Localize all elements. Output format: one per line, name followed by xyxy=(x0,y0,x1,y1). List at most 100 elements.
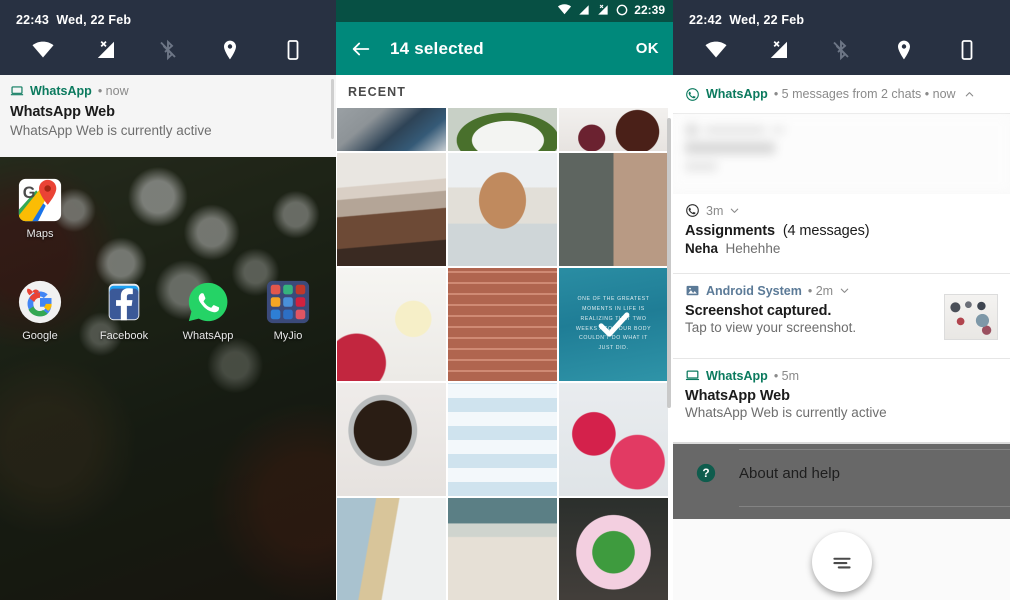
notification-screenshot[interactable]: Android System • 2m Screenshot captured.… xyxy=(673,274,1010,359)
gallery-scrollbar[interactable] xyxy=(667,118,671,408)
gallery-tile[interactable] xyxy=(448,498,557,600)
notification-time: 3m xyxy=(706,203,724,218)
status-bar-clock: 22:39 xyxy=(634,2,665,17)
notification-blurred[interactable] xyxy=(673,114,1010,194)
notification-app-name: WhatsApp xyxy=(706,368,768,383)
group-app-name: WhatsApp xyxy=(706,87,768,101)
app-name-placeholder xyxy=(705,126,765,134)
sort-lines-icon xyxy=(832,557,851,569)
chevron-down-icon[interactable] xyxy=(729,205,740,216)
location-icon xyxy=(898,40,911,60)
laptop-icon xyxy=(10,86,24,96)
gallery-tile[interactable] xyxy=(448,268,557,381)
gallery-tile[interactable] xyxy=(559,383,668,496)
divider xyxy=(739,449,1010,450)
status-bar-left: 22:43 Wed, 22 Feb xyxy=(0,0,336,75)
fab-button[interactable] xyxy=(811,532,872,592)
app-label: Google xyxy=(22,330,58,342)
picker-app-bar: 14 selected OK xyxy=(336,22,673,75)
gallery-tile[interactable] xyxy=(559,108,668,151)
svg-text:?: ? xyxy=(702,466,709,480)
app-icon-facebook[interactable]: Facebook xyxy=(92,279,156,342)
notification-whatsapp-web-left[interactable]: WhatsApp • now WhatsApp Web WhatsApp Web… xyxy=(0,75,336,158)
screenshot-thumbnail[interactable] xyxy=(944,294,998,340)
vibrate-icon xyxy=(287,40,299,60)
status-bar-right: 22:42 Wed, 22 Feb xyxy=(673,0,1010,75)
app-icon-google[interactable]: Google xyxy=(8,279,72,342)
myjio-folder-icon xyxy=(265,279,311,325)
app-icon-whatsapp[interactable]: WhatsApp xyxy=(176,279,240,342)
wifi-icon xyxy=(705,41,727,58)
notification-assignments[interactable]: 3m Assignments (4 messages) Neha Hehehhe xyxy=(673,194,1010,274)
notification-header: WhatsApp • now xyxy=(0,75,336,98)
signal-no-sim-icon xyxy=(598,4,608,15)
settings-row-label: About and help xyxy=(739,464,840,482)
body-placeholder xyxy=(685,162,717,171)
google-maps-icon: G xyxy=(17,177,63,223)
app-label: WhatsApp xyxy=(182,330,234,342)
gallery-tile-selected[interactable]: ONE OF THE GREATEST MOMENTS IN LIFE IS R… xyxy=(559,268,668,381)
notification-sender: Neha xyxy=(685,241,719,256)
ok-button[interactable]: OK xyxy=(636,40,659,57)
home-screen: G Maps Google Facebook WhatsApp MyJio xyxy=(0,157,336,600)
notification-time: • now xyxy=(97,84,129,98)
settings-row-about-and-help[interactable]: ? About and help xyxy=(673,444,1010,484)
chevron-up-icon[interactable] xyxy=(964,89,975,100)
check-icon xyxy=(598,311,629,337)
facebook-icon xyxy=(101,279,147,325)
status-bar-icons xyxy=(0,33,336,67)
bluetooth-off-icon xyxy=(160,39,176,61)
notification-header xyxy=(685,123,998,137)
selected-count-title: 14 selected xyxy=(390,38,484,58)
background-settings-screen: ? About and help xyxy=(673,444,1010,519)
shade-scrollbar[interactable] xyxy=(331,79,334,139)
app-icon-placeholder xyxy=(685,123,699,137)
app-label: MyJio xyxy=(273,330,303,342)
gallery-tile[interactable] xyxy=(337,383,446,496)
gallery-tile[interactable] xyxy=(337,108,446,151)
notification-group-header[interactable]: WhatsApp • 5 messages from 2 chats • now xyxy=(673,75,1010,114)
whatsapp-icon xyxy=(686,204,699,217)
app-label: Facebook xyxy=(99,330,149,342)
back-arrow-icon[interactable] xyxy=(350,38,372,60)
notification-header: 3m xyxy=(685,203,998,218)
gallery-tile[interactable] xyxy=(448,383,557,496)
app-label: Maps xyxy=(26,228,54,240)
vibrate-icon xyxy=(961,40,973,60)
wifi-icon xyxy=(32,41,54,58)
panel-home-screen: 22:43 Wed, 22 Feb WhatsApp • now WhatsAp… xyxy=(0,0,336,600)
gallery-tile[interactable] xyxy=(337,268,446,381)
group-meta: • 5 messages from 2 chats • now xyxy=(773,87,956,101)
panel-notification-shade: 22:42 Wed, 22 Feb WhatsApp • 5 messages … xyxy=(673,0,1010,600)
notification-list: WhatsApp • 5 messages from 2 chats • now xyxy=(673,75,1010,600)
gallery-tile[interactable] xyxy=(448,108,557,151)
help-circle-icon: ? xyxy=(696,463,716,483)
notification-whatsapp-web[interactable]: WhatsApp • 5m WhatsApp Web WhatsApp Web … xyxy=(673,359,1010,444)
panel-image-picker: 22:39 14 selected OK RECENT ONE OF THE G… xyxy=(336,0,673,600)
status-bar-middle: 22:39 xyxy=(336,0,673,22)
chevron-down-icon[interactable] xyxy=(839,285,850,296)
gallery-tile[interactable] xyxy=(448,153,557,266)
notification-title: Assignments (4 messages) xyxy=(685,223,870,239)
screenshot-collage: 22:43 Wed, 22 Feb WhatsApp • now WhatsAp… xyxy=(0,0,1010,600)
circle-icon xyxy=(616,4,628,15)
signal-icon xyxy=(579,4,589,15)
status-bar-clock: 22:43 Wed, 22 Feb xyxy=(16,13,132,27)
gallery-tile[interactable] xyxy=(559,498,668,600)
status-bar-icons: 22:39 xyxy=(557,2,665,17)
notification-app-name: WhatsApp xyxy=(30,84,92,98)
wifi-icon xyxy=(558,4,572,15)
app-icon-myjio[interactable]: MyJio xyxy=(256,279,320,342)
gallery-tile[interactable] xyxy=(337,498,446,600)
notification-message: Hehehhe xyxy=(725,241,781,256)
app-icon-maps[interactable]: G Maps xyxy=(8,177,72,240)
status-bar-icons xyxy=(673,33,1010,67)
section-header-recent: RECENT xyxy=(336,75,673,108)
notification-preview: Neha Hehehhe xyxy=(685,241,998,256)
notification-header: WhatsApp • 5m xyxy=(685,368,998,383)
gallery-tile[interactable] xyxy=(559,153,668,266)
notification-message-count: (4 messages) xyxy=(782,223,870,239)
title-placeholder xyxy=(685,142,775,154)
meta-placeholder xyxy=(771,126,785,134)
gallery-tile[interactable] xyxy=(337,153,446,266)
